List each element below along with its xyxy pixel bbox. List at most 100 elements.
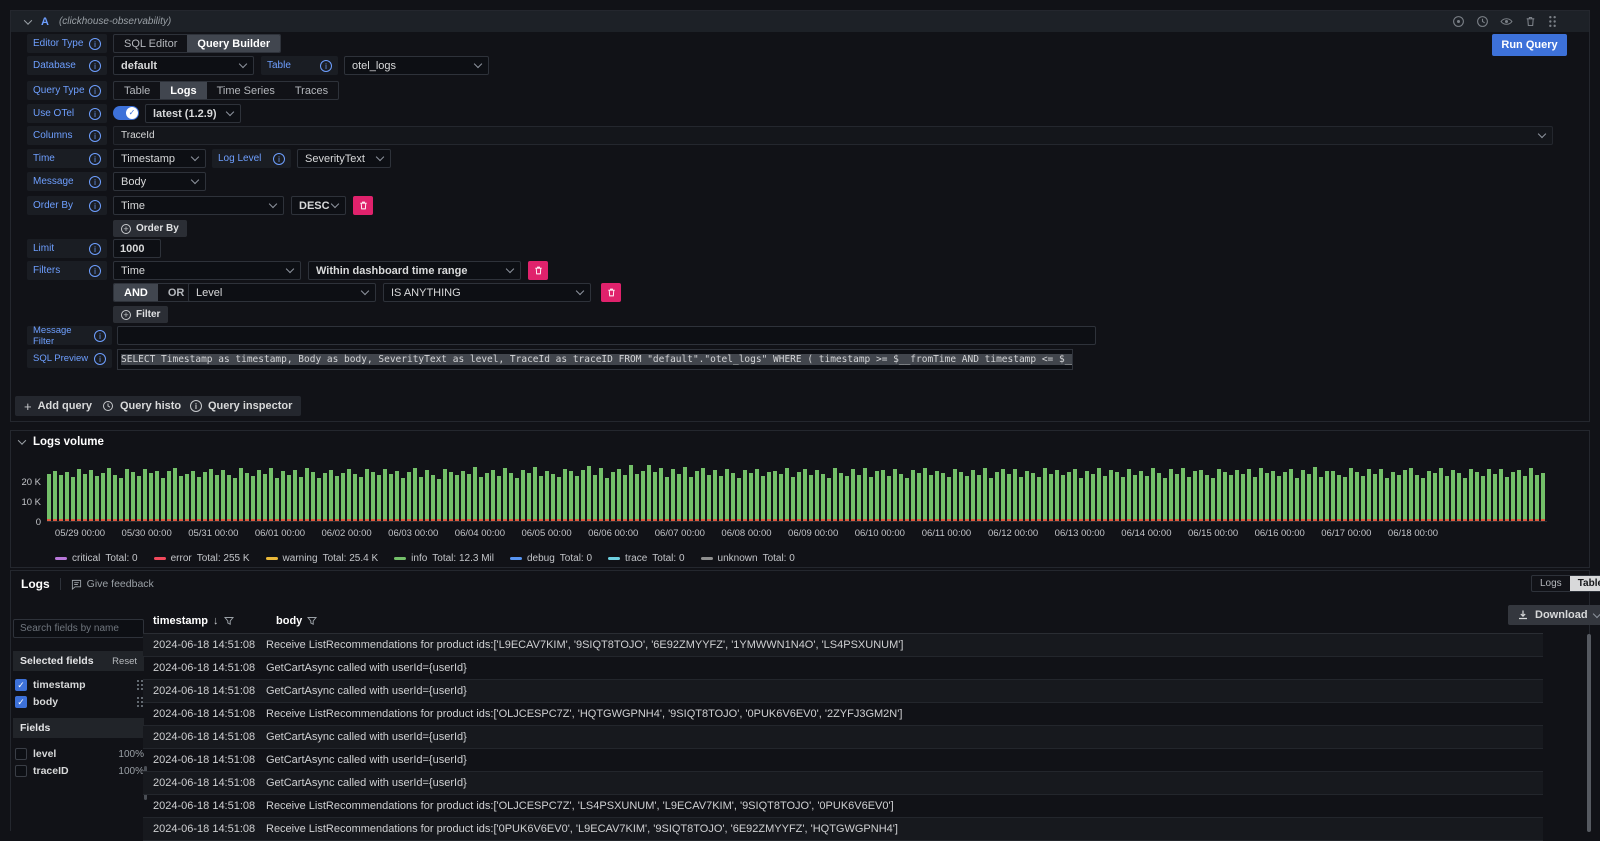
legend-item-critical[interactable]: criticalTotal: 0 bbox=[55, 553, 138, 564]
legend-item-unknown[interactable]: unknownTotal: 0 bbox=[701, 553, 795, 564]
info-icon[interactable] bbox=[89, 85, 101, 97]
volume-bar bbox=[1253, 477, 1257, 521]
add-query-button[interactable]: +Add query bbox=[15, 396, 101, 416]
query-row-header[interactable]: A (clickhouse-observability) bbox=[11, 11, 1589, 32]
info-icon[interactable] bbox=[89, 153, 101, 165]
filter2-field-select[interactable]: Level bbox=[188, 283, 376, 302]
volume-bar bbox=[1163, 478, 1167, 521]
time-column-select[interactable]: Timestamp bbox=[113, 149, 206, 168]
table-select[interactable]: otel_logs bbox=[344, 56, 489, 75]
query-history-icon[interactable] bbox=[1476, 15, 1489, 28]
chevron-down-icon bbox=[286, 265, 294, 273]
remove-order-by-button[interactable] bbox=[353, 196, 373, 215]
option-sql-editor[interactable]: SQL Editor bbox=[114, 35, 187, 52]
drag-handle-icon[interactable] bbox=[1548, 15, 1557, 28]
query-inspector-button[interactable]: Query inspector bbox=[181, 396, 301, 416]
bool-option-and[interactable]: AND bbox=[114, 284, 158, 301]
option-table[interactable]: Table bbox=[114, 82, 160, 99]
remove-filter2-button[interactable] bbox=[601, 283, 621, 302]
volume-bar bbox=[1511, 472, 1515, 521]
volume-bar bbox=[59, 475, 63, 521]
hide-response-eye-icon[interactable] bbox=[1500, 15, 1513, 28]
legend-item-debug[interactable]: debugTotal: 0 bbox=[510, 553, 592, 564]
info-icon[interactable] bbox=[89, 108, 101, 120]
filter-funnel-icon[interactable] bbox=[307, 616, 317, 626]
checkbox-unchecked[interactable] bbox=[15, 748, 27, 760]
info-icon[interactable] bbox=[94, 353, 106, 365]
checkbox-checked[interactable] bbox=[15, 679, 27, 691]
search-fields-input[interactable] bbox=[13, 619, 144, 638]
sort-desc-icon[interactable] bbox=[213, 615, 219, 627]
volume-bar bbox=[1121, 477, 1125, 521]
legend-item-error[interactable]: errorTotal: 255 K bbox=[154, 553, 250, 564]
filter1-operator-select[interactable]: Within dashboard time range bbox=[308, 261, 521, 280]
sql-preview-code[interactable]: SELECT Timestamp as timestamp, Body as b… bbox=[117, 349, 1073, 370]
option-query-builder[interactable]: Query Builder bbox=[187, 35, 280, 52]
legend-item-warning[interactable]: warningTotal: 25.4 K bbox=[266, 553, 379, 564]
limit-input[interactable] bbox=[113, 239, 161, 258]
volume-bar bbox=[767, 472, 771, 521]
option-logs[interactable]: Logs bbox=[160, 82, 206, 99]
option-time-series[interactable]: Time Series bbox=[207, 82, 285, 99]
filter2-operator-select[interactable]: IS ANYTHING bbox=[383, 283, 591, 302]
selected-field-body[interactable]: body bbox=[15, 694, 144, 710]
legend-item-info[interactable]: infoTotal: 12.3 Mil bbox=[394, 553, 494, 564]
info-icon[interactable] bbox=[89, 243, 101, 255]
delete-query-icon[interactable] bbox=[1524, 15, 1537, 28]
duplicate-query-icon[interactable] bbox=[1452, 15, 1465, 28]
volume-bar bbox=[407, 472, 411, 521]
history-icon bbox=[102, 400, 114, 412]
info-icon[interactable] bbox=[89, 265, 101, 277]
order-by-direction-select[interactable]: DESC bbox=[291, 196, 346, 215]
give-feedback-link[interactable]: Give feedback bbox=[60, 578, 154, 590]
selected-field-timestamp[interactable]: timestamp bbox=[15, 677, 144, 693]
info-icon[interactable] bbox=[89, 38, 101, 50]
volume-bar bbox=[569, 471, 573, 521]
checkbox-unchecked[interactable] bbox=[15, 765, 27, 777]
cell-timestamp: 2024-06-18 14:51:08 bbox=[143, 662, 266, 674]
add-filter-button[interactable]: Filter bbox=[113, 306, 168, 323]
info-icon[interactable] bbox=[89, 200, 101, 212]
remove-filter1-button[interactable] bbox=[528, 261, 548, 280]
logs-volume-header[interactable]: Logs volume bbox=[19, 436, 104, 448]
filter1-field-select[interactable]: Time bbox=[113, 261, 301, 280]
legend-total: Total: 0 bbox=[105, 553, 137, 564]
use-otel-toggle[interactable] bbox=[113, 106, 139, 120]
info-icon[interactable] bbox=[89, 130, 101, 142]
database-select[interactable]: default bbox=[113, 56, 254, 75]
info-icon[interactable] bbox=[89, 60, 101, 72]
run-query-button[interactable]: Run Query bbox=[1492, 34, 1567, 56]
body-column-header[interactable]: body bbox=[276, 615, 317, 627]
download-button[interactable]: Download bbox=[1508, 605, 1600, 625]
filter-funnel-icon[interactable] bbox=[224, 616, 234, 626]
volume-bar bbox=[1031, 473, 1035, 521]
view-option-logs[interactable]: Logs bbox=[1532, 576, 1570, 591]
message-filter-input[interactable] bbox=[117, 326, 1096, 345]
table-scrollbar[interactable] bbox=[1587, 634, 1591, 832]
collapse-panel-icon[interactable] bbox=[18, 436, 26, 444]
add-order-by-button[interactable]: Order By bbox=[113, 220, 187, 237]
reset-button[interactable]: Reset bbox=[112, 656, 137, 667]
log-level-select[interactable]: SeverityText bbox=[297, 149, 391, 168]
order-by-field-select[interactable]: Time bbox=[113, 196, 284, 215]
collapse-query-icon[interactable] bbox=[24, 16, 32, 24]
info-icon[interactable] bbox=[94, 330, 106, 342]
legend-item-trace[interactable]: traceTotal: 0 bbox=[608, 553, 684, 564]
option-traces[interactable]: Traces bbox=[285, 82, 338, 99]
columns-multiselect[interactable]: TraceId bbox=[113, 126, 1553, 145]
otel-version-select[interactable]: latest (1.2.9) bbox=[145, 104, 241, 123]
time-label: Time bbox=[27, 149, 107, 168]
available-field-traceID[interactable]: traceID100% bbox=[15, 763, 144, 779]
message-column-select[interactable]: Body bbox=[113, 172, 206, 191]
volume-bar bbox=[185, 474, 189, 521]
info-icon[interactable] bbox=[273, 153, 285, 165]
toggle-knob bbox=[126, 107, 138, 119]
info-icon[interactable] bbox=[320, 60, 332, 72]
view-option-table[interactable]: Table bbox=[1570, 576, 1600, 591]
timestamp-column-header[interactable]: timestamp bbox=[153, 615, 234, 627]
info-icon[interactable] bbox=[89, 176, 101, 188]
checkbox-checked[interactable] bbox=[15, 696, 27, 708]
volume-bar bbox=[599, 468, 603, 521]
available-field-level[interactable]: level100% bbox=[15, 746, 144, 762]
volume-bar bbox=[287, 475, 291, 521]
